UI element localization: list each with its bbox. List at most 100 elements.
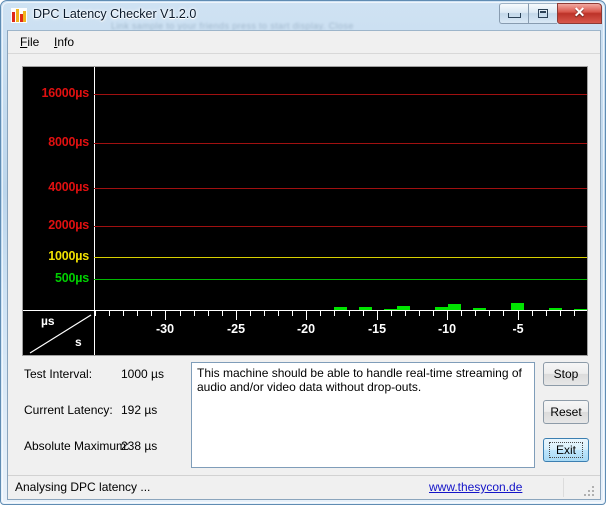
x-tick--28 (194, 311, 195, 316)
x-axis-label--5: -5 (512, 322, 524, 336)
gridline-500 (94, 279, 587, 280)
x-tick--27 (208, 311, 209, 316)
test-interval-value: 1000 µs (121, 367, 164, 381)
gridline-16000 (94, 94, 587, 95)
menu-item-info[interactable]: Info (52, 35, 76, 49)
y-axis-label-4000: 4000µs (48, 180, 89, 194)
gridline-8000 (94, 143, 587, 144)
x-tick--20 (306, 311, 307, 320)
chart-bar (448, 304, 461, 310)
chart-bar (549, 308, 562, 310)
window-controls: ✕ (499, 3, 602, 25)
x-tick--6 (503, 311, 504, 316)
status-bar: Analysing DPC latency ... www.thesycon.d… (8, 475, 600, 499)
x-tick--32 (137, 311, 138, 316)
close-icon: ✕ (573, 5, 586, 21)
x-axis-label--15: -15 (367, 322, 387, 336)
x-tick--2 (560, 311, 561, 316)
window-title: DPC Latency Checker V1.2.0 (33, 7, 197, 21)
x-tick--1 (574, 311, 575, 316)
x-tick--35 (95, 311, 96, 316)
current-latency-label: Current Latency: (24, 403, 113, 417)
corner-unit-seconds: s (75, 335, 82, 349)
gridline-1000 (94, 257, 587, 258)
corner-unit-microseconds: µs (41, 314, 55, 328)
x-tick--17 (349, 311, 350, 316)
chart-bar (397, 306, 410, 310)
message-box[interactable]: This machine should be able to handle re… (191, 362, 535, 468)
x-tick--3 (546, 311, 547, 316)
x-tick--34 (109, 311, 110, 316)
y-axis-label-500: 500µs (54, 271, 89, 285)
app-window: DPC Latency Checker V1.2.0 Link sample t… (0, 0, 606, 505)
unit-diagonal-icon (29, 314, 92, 354)
y-axis-label-8000: 8000µs (48, 135, 89, 149)
x-tick--8 (475, 311, 476, 316)
minimize-icon (507, 13, 521, 18)
x-tick--29 (180, 311, 181, 316)
x-axis-label--10: -10 (437, 322, 457, 336)
absolute-maximum-label: Absolute Maximum: (24, 439, 130, 453)
x-tick--19 (320, 311, 321, 316)
latency-chart[interactable]: 16000µs 8000µs 4000µs 2000µs 1000µs 500µs -30… (22, 66, 588, 356)
y-axis-label-1000: 1000µs (48, 249, 89, 263)
x-tick--16 (363, 311, 364, 316)
x-tick--11 (433, 311, 434, 316)
x-tick--14 (391, 311, 392, 316)
exit-button-label: Exit (548, 442, 583, 458)
x-tick--26 (222, 311, 223, 316)
x-tick--22 (278, 311, 279, 316)
chart-bar (574, 309, 587, 310)
chart-bar (435, 307, 448, 310)
x-axis-label--20: -20 (296, 322, 316, 336)
chart-bar (359, 307, 372, 310)
status-text: Analysing DPC latency ... (15, 480, 151, 494)
current-latency-value: 192 µs (121, 403, 158, 417)
x-tick--5 (518, 311, 519, 320)
x-tick--10 (447, 311, 448, 320)
bar-chart-icon (11, 8, 27, 23)
x-tick--15 (377, 311, 378, 320)
test-interval-label: Test Interval: (24, 367, 93, 381)
chart-bar (334, 307, 347, 310)
gridline-4000 (94, 188, 587, 189)
gridline-2000 (94, 226, 587, 227)
x-tick--23 (264, 311, 265, 316)
exit-button[interactable]: Exit (543, 438, 589, 462)
x-tick--9 (461, 311, 462, 316)
x-tick--21 (292, 311, 293, 316)
restore-icon (538, 9, 548, 18)
y-axis-label-2000: 2000µs (48, 218, 89, 232)
client-area: FFileile Info 16000µs8000µs4000µs2000µs1… (7, 30, 601, 500)
menu-item-file[interactable]: FFileile (18, 35, 41, 49)
stop-button-label: Stop (553, 367, 579, 381)
menu-bar: FFileile Info (8, 31, 600, 54)
restore-button[interactable] (528, 3, 557, 24)
x-tick--13 (405, 311, 406, 316)
x-axis-label--25: -25 (226, 322, 246, 336)
chart-bar (473, 308, 486, 310)
title-bar[interactable]: DPC Latency Checker V1.2.0 Link sample t… (1, 1, 606, 31)
x-tick--30 (165, 311, 166, 320)
stop-button[interactable]: Stop (543, 362, 589, 386)
reset-button[interactable]: Reset (543, 400, 589, 424)
absolute-maximum-value: 238 µs (121, 439, 158, 453)
x-tick--24 (250, 311, 251, 316)
x-tick--7 (489, 311, 490, 316)
status-separator (563, 478, 564, 497)
minimize-button[interactable] (499, 3, 528, 24)
x-tick--31 (151, 311, 152, 316)
x-tick--25 (236, 311, 237, 320)
x-tick--4 (532, 311, 533, 316)
x-tick--18 (334, 311, 335, 316)
close-button[interactable]: ✕ (557, 3, 602, 24)
y-axis-label-16000: 16000µs (41, 86, 89, 100)
chart-bar (384, 309, 397, 310)
x-axis-label--30: -30 (155, 322, 175, 336)
x-tick--33 (123, 311, 124, 316)
x-tick--12 (419, 311, 420, 316)
reset-button-label: Reset (550, 405, 582, 419)
resize-grip[interactable] (584, 484, 597, 497)
website-link[interactable]: www.thesycon.de (429, 480, 522, 494)
chart-bar (511, 303, 524, 310)
